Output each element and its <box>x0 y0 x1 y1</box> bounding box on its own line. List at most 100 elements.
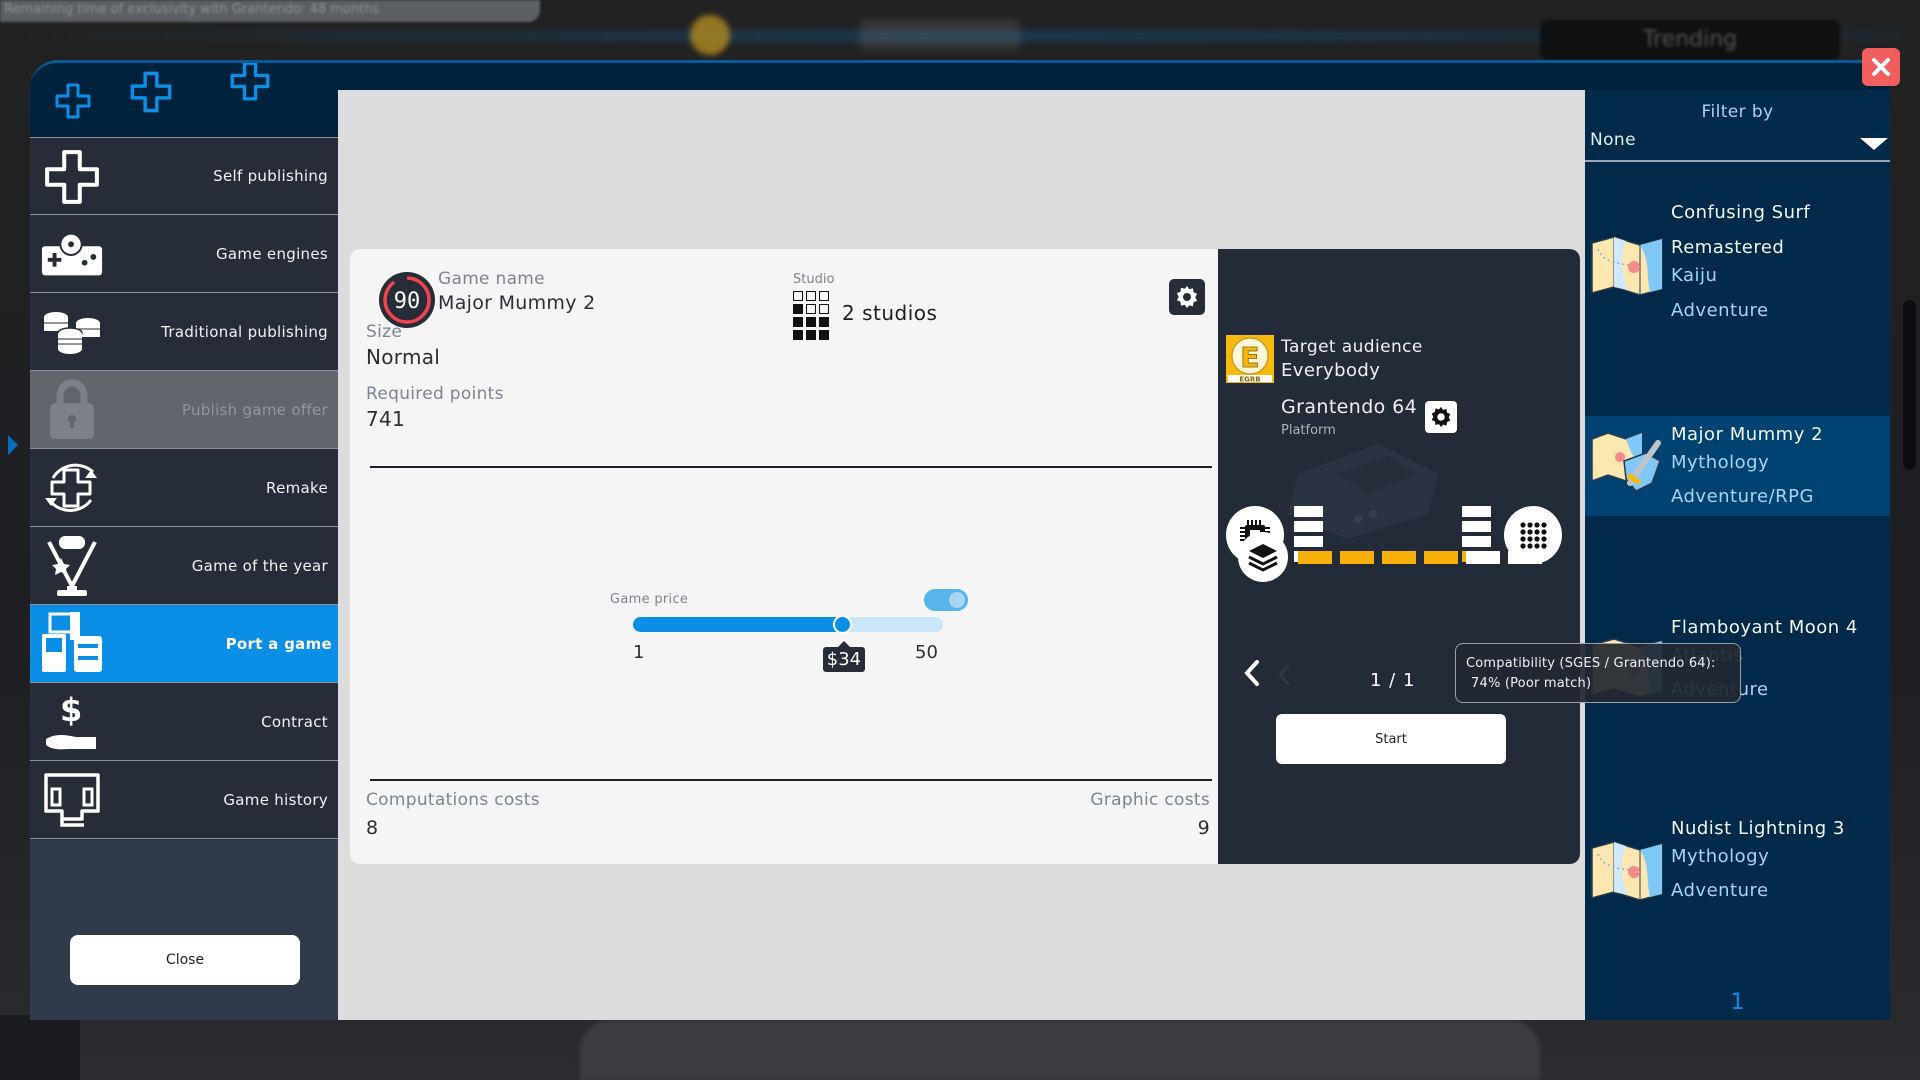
background-scrollbar[interactable] <box>1903 300 1916 470</box>
game-name-value: Major Mummy 2 <box>438 292 596 314</box>
filter-dropdown[interactable]: None <box>1590 130 1890 158</box>
sidebar-item-label: Traditional publishing <box>161 322 328 341</box>
price-max-label: 50 <box>915 642 938 663</box>
sidebar-item-game-of-the-year[interactable]: Game of the year <box>30 527 338 605</box>
level-segment <box>1462 521 1491 532</box>
game-title: Confusing Surf <box>1671 202 1811 223</box>
divider <box>370 779 1212 781</box>
compatibility-tooltip: Compatibility (SGES / Grantendo 64): 74%… <box>1455 643 1741 703</box>
platform-panel: E EGRB Target audience Everybody Granten… <box>1218 249 1580 864</box>
lock-coin-icon <box>690 15 730 55</box>
devices-icon <box>40 612 104 675</box>
trophy-icon <box>40 535 104 597</box>
exclusivity-banner: Remaining time of exclusivity with Grant… <box>0 0 540 22</box>
compatibility-segment <box>1508 551 1542 564</box>
game-price-slider[interactable] <box>633 615 943 634</box>
graphic-costs-value: 9 <box>1197 817 1210 839</box>
svg-text:E: E <box>1240 341 1259 374</box>
price-min-label: 1 <box>633 642 645 663</box>
gear-icon <box>1431 406 1451 428</box>
game-line: Mythology <box>1671 452 1770 473</box>
sidebar-item-self-publishing[interactable]: Self publishing <box>30 137 338 215</box>
size-value: Normal <box>366 345 441 369</box>
price-auto-toggle[interactable] <box>924 589 968 611</box>
platform-name: Grantendo 64 <box>1281 396 1418 418</box>
game-title: Nudist Lightning 3 <box>1671 818 1845 839</box>
list-page-number[interactable]: 1 <box>1585 990 1890 1015</box>
sidebar-item-publish-game-offer[interactable]: Publish game offer <box>30 371 338 449</box>
game-list-item-selected[interactable]: Major Mummy 2 Mythology Adventure/RPG <box>1585 416 1890 516</box>
previous-arrow-icon[interactable] <box>1242 659 1262 687</box>
start-button[interactable]: Start <box>1276 714 1506 764</box>
publishing-modal: Self publishing Game engines Traditional… <box>30 60 1890 1020</box>
dpad-icon <box>40 146 104 208</box>
game-list-item[interactable]: Nudist Lightning 3 Mythology Adventure <box>1585 818 1890 918</box>
bottom-taskbar <box>580 1020 1540 1080</box>
score-badge: 90 <box>379 272 435 328</box>
previous-disabled-arrow-icon <box>1277 664 1290 686</box>
content-area: 90 Game name Major Mummy 2 Studio 2 stud… <box>338 90 1615 1020</box>
port-game-card: 90 Game name Major Mummy 2 Studio 2 stud… <box>350 249 1580 864</box>
game-title: Flamboyant Moon 4 <box>1671 617 1858 638</box>
divider <box>370 466 1212 468</box>
dpad-decor-icon <box>130 71 172 113</box>
price-value-tooltip: $34 <box>822 641 866 672</box>
target-audience-label: Target audience <box>1281 337 1423 357</box>
studio-value: 2 studios <box>842 301 938 325</box>
slider-thumb[interactable] <box>832 615 852 634</box>
monitor-history-icon <box>40 769 104 831</box>
tooltip-line-2: 74% (Poor match) <box>1471 676 1592 691</box>
required-points-label: Required points <box>366 384 504 404</box>
score-value: 90 <box>394 289 421 314</box>
human-resources-widget <box>860 20 1020 50</box>
svg-text:EGRB: EGRB <box>1239 376 1260 384</box>
game-settings-button[interactable] <box>1169 279 1205 315</box>
dollar-hand-icon: $ <box>40 691 104 753</box>
left-edge-arrow-icon[interactable] <box>8 435 18 455</box>
close-window-button[interactable] <box>1862 48 1900 86</box>
graphic-costs-label: Graphic costs <box>1090 790 1210 810</box>
gear-icon <box>1176 286 1198 308</box>
gamepad-gear-icon <box>40 223 104 285</box>
sidebar-item-game-history[interactable]: Game history <box>30 761 338 839</box>
sidebar-item-label: Game history <box>223 790 328 809</box>
game-line: Mythology <box>1671 846 1770 867</box>
sidebar-header <box>30 63 338 137</box>
compatibility-segment <box>1382 551 1416 564</box>
sidebar-item-label: Remake <box>266 478 328 497</box>
sidebar-footer <box>30 840 338 1020</box>
sidebar-item-remake[interactable]: Remake <box>30 449 338 527</box>
game-title: Major Mummy 2 <box>1671 424 1824 445</box>
filter-header: Filter by None <box>1585 90 1890 162</box>
computations-costs-value: 8 <box>366 817 379 839</box>
game-line: Kaiju <box>1671 265 1718 286</box>
sidebar-item-port-a-game[interactable]: Port a game <box>30 605 342 683</box>
filter-value: None <box>1590 130 1636 150</box>
studio-label: Studio <box>793 272 835 287</box>
pager: 1 / 1 <box>1370 670 1416 691</box>
platform-settings-button[interactable] <box>1425 401 1457 433</box>
compatibility-segment <box>1340 551 1374 564</box>
sidebar-item-game-engines[interactable]: Game engines <box>30 215 338 293</box>
dpad-decor-icon <box>230 63 270 101</box>
level-segment <box>1462 506 1491 517</box>
sidebar-item-label: Port a game <box>225 634 332 653</box>
slider-fill <box>633 617 842 632</box>
game-list-item[interactable]: Confusing Surf Remastered Kaiju Adventur… <box>1585 180 1890 340</box>
compatibility-segment <box>1424 551 1458 564</box>
game-line: Remastered <box>1671 237 1785 258</box>
sidebar-item-label: Contract <box>261 712 328 731</box>
sidebar-item-label: Game engines <box>216 244 328 263</box>
sidebar-item-label: Game of the year <box>191 556 328 575</box>
compatibility-segment <box>1298 551 1332 564</box>
close-button[interactable]: Close <box>70 935 300 985</box>
sidebar-item-label: Publish game offer <box>181 400 328 419</box>
sidebar-item-traditional-publishing[interactable]: Traditional publishing <box>30 293 338 371</box>
game-list-panel: Filter by None Confusing Surf Remastered… <box>1585 90 1890 1020</box>
filter-label: Filter by <box>1701 102 1774 122</box>
left-dock <box>0 1015 80 1080</box>
required-points-value: 741 <box>366 407 406 431</box>
level-segment <box>1294 536 1323 547</box>
sidebar-item-contract[interactable]: $ Contract <box>30 683 338 761</box>
game-genre: Adventure <box>1671 300 1769 321</box>
